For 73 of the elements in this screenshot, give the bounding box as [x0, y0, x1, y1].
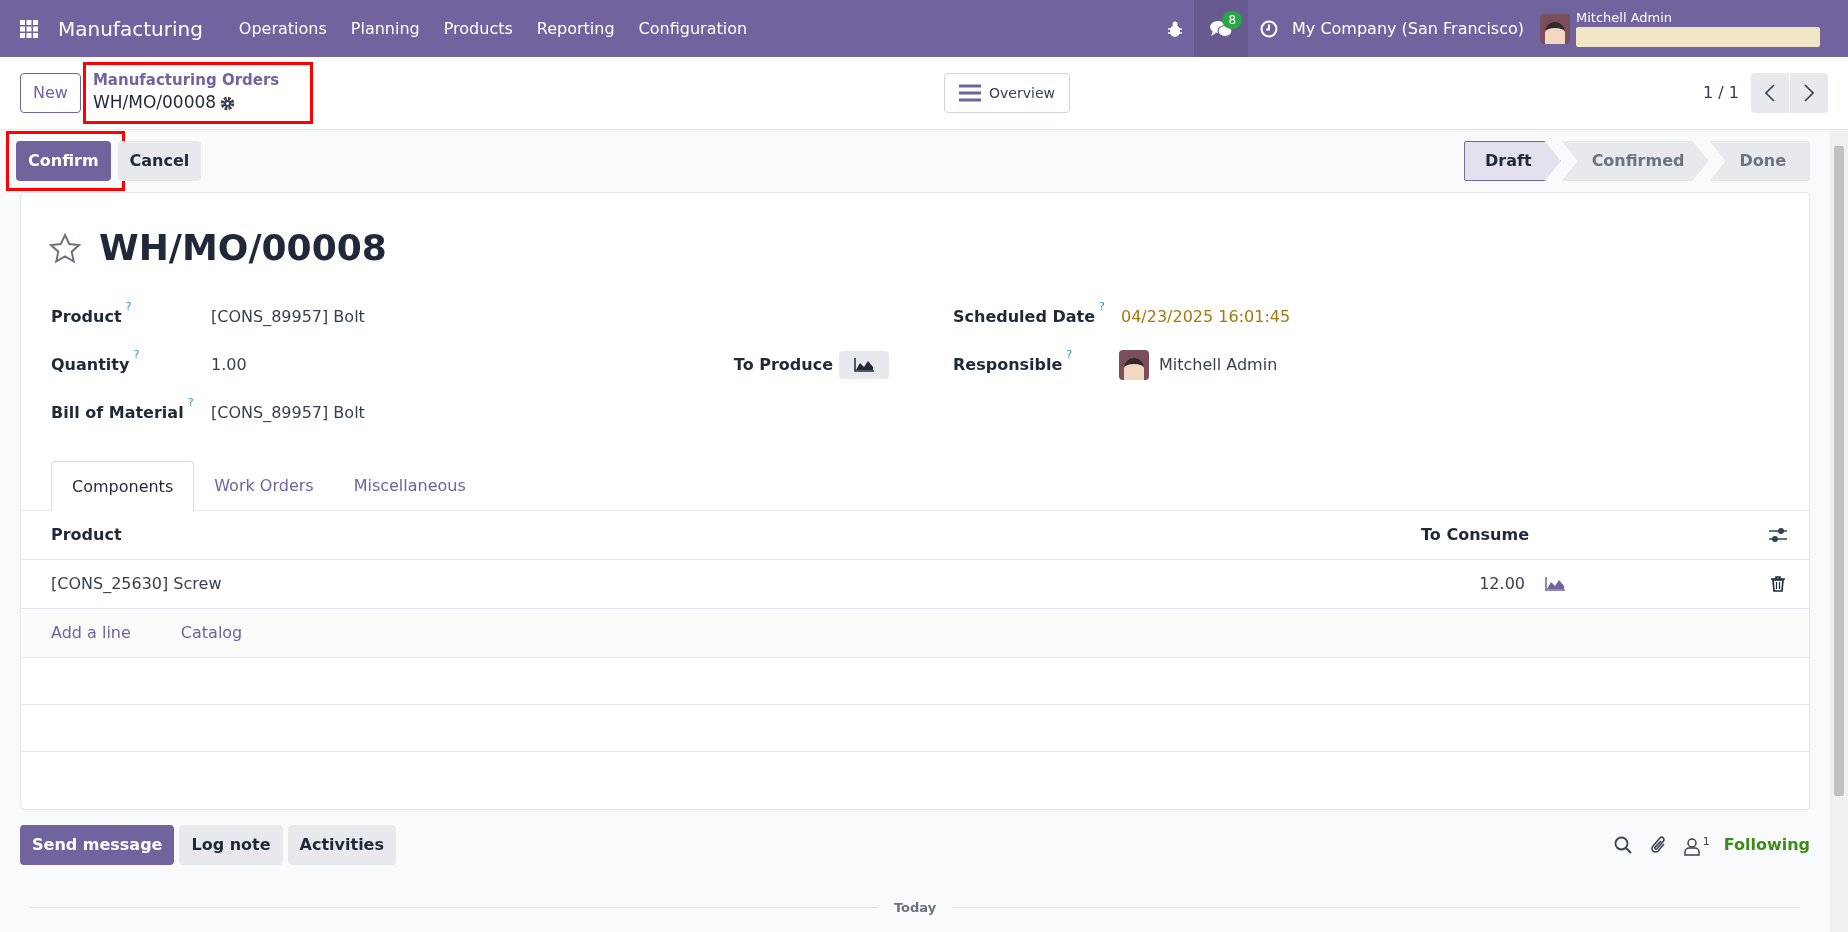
column-header: To Consume [1421, 524, 1529, 546]
menu-item[interactable]: Reporting [524, 8, 627, 49]
tab[interactable]: Components [51, 461, 195, 511]
follower-count: 1 [1702, 834, 1710, 850]
table-cell-text: 12.00 [1479, 573, 1525, 595]
add-link[interactable]: Add a line [51, 621, 131, 645]
pager-value: 1 / 1 [1703, 82, 1739, 104]
help-tooltip[interactable]: ? [1066, 349, 1073, 361]
chatter-button[interactable]: Activities [287, 825, 396, 865]
chatter-button[interactable]: Send message [20, 825, 175, 865]
messages-button[interactable]: 8 [1194, 0, 1249, 57]
user-avatar[interactable] [1540, 13, 1570, 44]
tab[interactable]: Work Orders [194, 461, 334, 510]
date-value: 04/23/2025 16:01:45 [1121, 306, 1291, 328]
menu-item[interactable]: Operations [226, 8, 339, 49]
area-chart-icon [854, 358, 874, 372]
menu-item[interactable]: Configuration [626, 8, 760, 49]
company-name[interactable]: My Company (San Francisco) [1292, 16, 1524, 41]
app-name[interactable]: Manufacturing [58, 13, 203, 44]
breadcrumb-link[interactable]: Manufacturing Orders [92, 70, 280, 91]
chevron-left-icon [1765, 84, 1775, 102]
search-icon[interactable] [1613, 836, 1632, 854]
message-count-badge: 8 [1222, 11, 1243, 29]
person-icon [1683, 838, 1700, 856]
field-value: [CONS_89957] Bolt [211, 402, 365, 424]
record-name: WH/MO/00008 [92, 91, 217, 115]
confirm-button[interactable]: Confirm [16, 141, 111, 181]
new-button[interactable]: New [20, 73, 81, 113]
table-cell-text: [CONS_25630] Screw [51, 573, 223, 595]
field-label: Product [51, 306, 122, 328]
user-name[interactable]: Mitchell Admin [1576, 10, 1820, 25]
column-header: Product [51, 524, 123, 546]
chevron-right-icon [1804, 84, 1814, 102]
overview-button[interactable]: Overview [944, 73, 1070, 113]
date-separator: Today [892, 899, 938, 917]
followers-button[interactable]: 1 [1683, 834, 1710, 856]
help-tooltip[interactable]: ? [1099, 301, 1105, 313]
field-value: 1.00 [211, 354, 247, 376]
add-link[interactable]: Catalog [180, 621, 243, 645]
field-label: Scheduled Date [953, 306, 1096, 328]
tab[interactable]: Miscellaneous [333, 461, 486, 510]
area-chart-icon[interactable] [1545, 577, 1565, 591]
field-value: [CONS_89957] Bolt [211, 306, 365, 328]
bug-icon[interactable] [1168, 20, 1183, 37]
field-label: Quantity [51, 354, 130, 376]
cancel-button[interactable]: Cancel [117, 141, 202, 181]
help-tooltip[interactable]: ? [133, 349, 140, 361]
previous-button[interactable] [1751, 73, 1789, 113]
field-label: To Produce [733, 354, 833, 376]
next-button[interactable] [1790, 73, 1828, 113]
clock-icon[interactable] [1260, 19, 1279, 38]
menu-item[interactable]: Products [431, 8, 525, 49]
status-step[interactable]: Done [1709, 141, 1810, 181]
record-title: WH/MO/00008 [99, 226, 387, 270]
status-step[interactable]: Confirmed [1561, 141, 1709, 181]
forecast-button[interactable] [839, 351, 889, 379]
apps-grid-icon[interactable] [20, 19, 38, 38]
status-step[interactable]: Draft [1464, 141, 1561, 181]
paperclip-icon[interactable] [1649, 835, 1668, 855]
sliders-icon[interactable] [1769, 527, 1787, 543]
following-button[interactable]: Following [1723, 833, 1810, 857]
help-tooltip[interactable]: ? [125, 301, 132, 313]
menu-icon [959, 84, 982, 102]
menu-item[interactable]: Planning [338, 8, 432, 49]
help-tooltip[interactable]: ? [187, 397, 194, 409]
field-label: Bill of Material [51, 402, 184, 424]
trash-icon[interactable] [1771, 576, 1785, 592]
star-icon[interactable] [49, 233, 81, 263]
user-avatar [1119, 350, 1149, 380]
chatter-button[interactable]: Log note [179, 825, 283, 865]
gear-icon[interactable] [220, 95, 236, 111]
user-name: Mitchell Admin [1159, 354, 1278, 376]
field-label: Responsible [953, 354, 1063, 376]
